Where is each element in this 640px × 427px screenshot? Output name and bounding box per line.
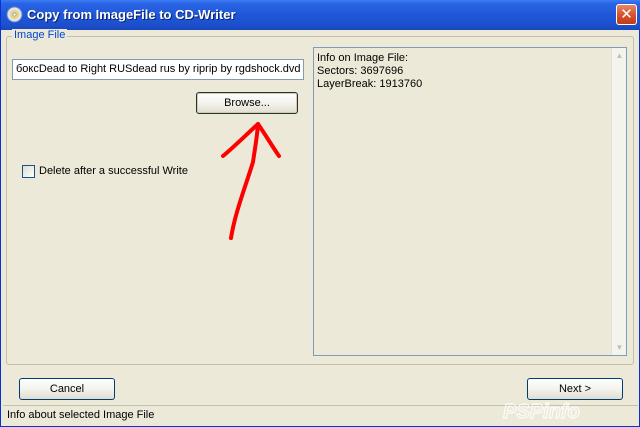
info-layerbreak: LayerBreak: 1913760 <box>317 78 423 90</box>
cancel-button[interactable]: Cancel <box>19 378 115 400</box>
svg-text:PSPinfo: PSPinfo <box>503 401 580 423</box>
dialog-window: Copy from ImageFile to CD-Writer ✕ Image… <box>0 0 640 427</box>
annotation-arrow <box>221 122 281 240</box>
info-heading: Info on Image File: <box>317 52 409 64</box>
delete-after-write-checkbox[interactable] <box>22 165 35 178</box>
delete-after-write-label[interactable]: Delete after a successful Write <box>39 165 188 177</box>
info-sectors: Sectors: 3697696 <box>317 65 404 77</box>
image-info-text: Info on Image File: Sectors: 3697696 Lay… <box>317 52 422 91</box>
status-text: Info about selected Image File <box>7 409 155 421</box>
close-icon: ✕ <box>620 6 633 23</box>
image-file-group-label: Image File <box>12 29 68 41</box>
pspinfo-watermark: PSPinfo <box>502 400 580 423</box>
image-path-field[interactable]: боксDead to Right RUSdead rus by riprip … <box>12 59 304 80</box>
scroll-down-icon[interactable]: ▼ <box>613 341 626 354</box>
title-bar[interactable]: Copy from ImageFile to CD-Writer ✕ <box>1 0 640 30</box>
info-scrollbar[interactable]: ▲ ▼ <box>611 48 626 355</box>
browse-button[interactable]: Browse... <box>196 92 298 114</box>
close-button[interactable]: ✕ <box>616 4 637 25</box>
scroll-up-icon[interactable]: ▲ <box>613 49 626 62</box>
window-title: Copy from ImageFile to CD-Writer <box>27 7 236 22</box>
image-info-panel[interactable]: Info on Image File: Sectors: 3697696 Lay… <box>313 47 627 356</box>
app-icon <box>6 6 23 23</box>
